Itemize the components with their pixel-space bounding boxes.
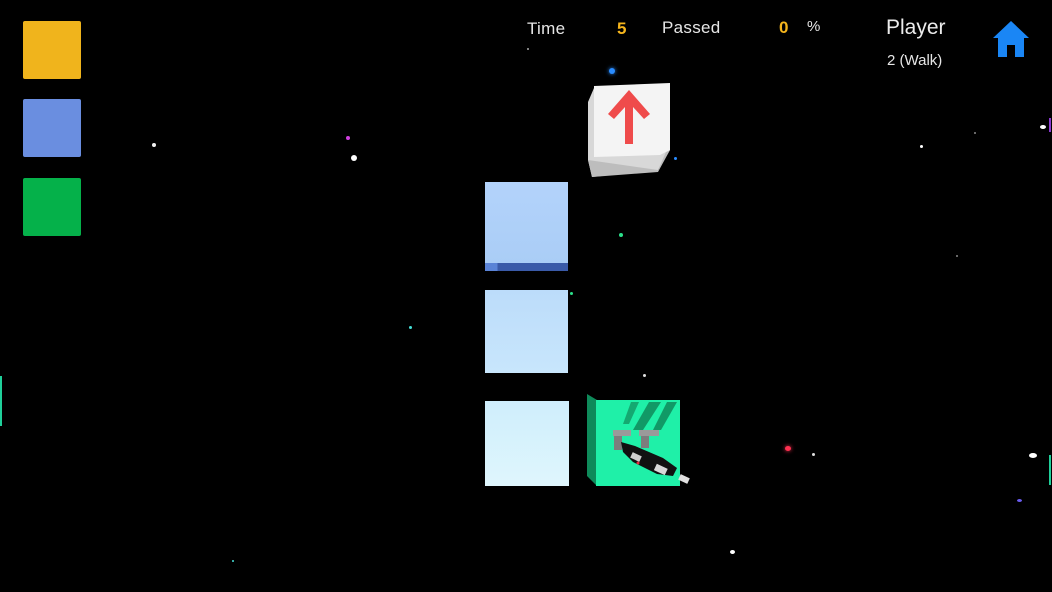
tile-light-blue-top[interactable] [485,182,568,265]
player-label: Player [886,16,946,39]
star [730,550,735,554]
passed-unit: % [807,18,821,35]
star [974,132,976,134]
star [351,155,357,161]
star [609,68,615,74]
swatch-green[interactable] [23,178,81,236]
tile-top-side [485,263,568,271]
screen-edge-right-bottom [1049,455,1051,485]
goal-block[interactable] [587,394,697,486]
star [619,233,623,237]
star [570,292,573,295]
arrow-block[interactable] [586,82,672,177]
star [409,326,412,329]
tile-light-blue-middle[interactable] [485,290,568,373]
star [1040,125,1046,129]
swatch-yellow[interactable] [23,21,81,79]
star [152,143,156,147]
time-label: Time [527,19,566,38]
time-value: 5 [617,19,627,38]
passed-value: 0 [779,18,789,37]
swatch-blue[interactable] [23,99,81,157]
home-icon [993,21,1029,57]
screen-edge-right-top [1049,118,1051,132]
star [920,145,923,148]
star [346,136,350,140]
star [674,157,677,160]
game-scene[interactable]: Time 5 Passed 0 % Player 2 (Walk) [0,0,1052,592]
star [1029,453,1037,458]
home-button[interactable] [992,19,1030,59]
screen-edge-left [0,376,2,426]
star [785,446,791,451]
tile-light-blue-bottom[interactable] [485,401,569,486]
passed-label: Passed [662,18,721,37]
star [643,374,646,377]
star [1017,499,1022,502]
player-mode: 2 (Walk) [887,52,943,69]
star [232,560,234,562]
star [527,48,529,50]
star [956,255,958,257]
star [812,453,815,456]
